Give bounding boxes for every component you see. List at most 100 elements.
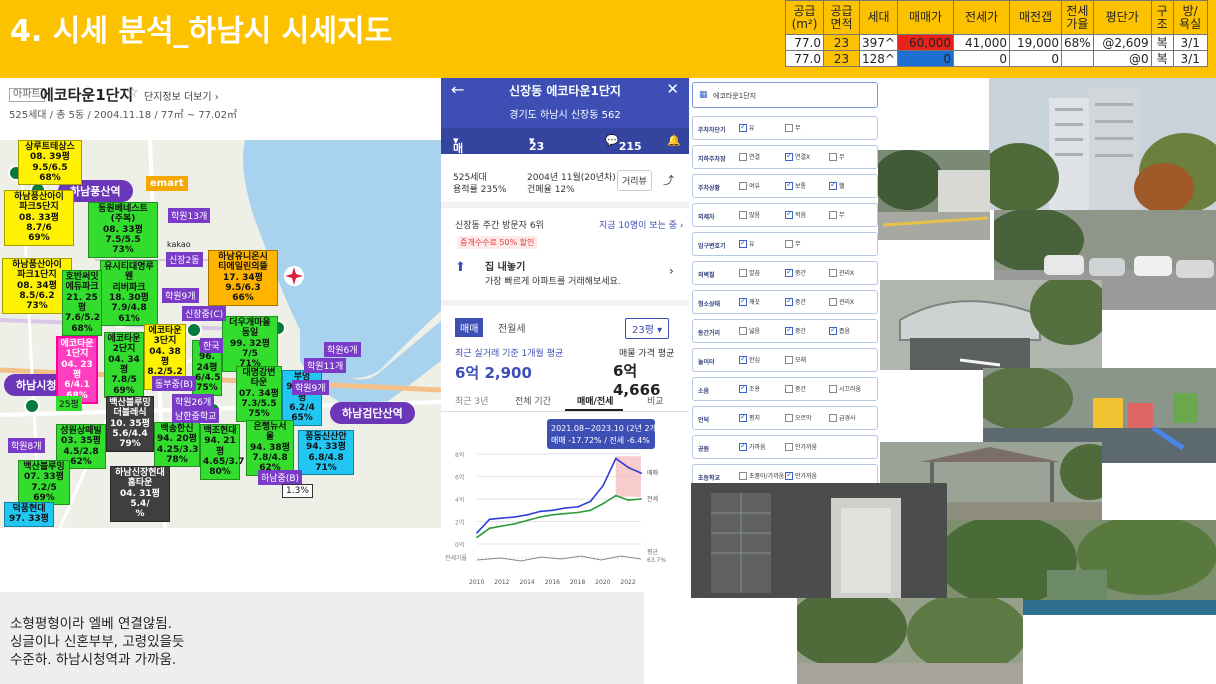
checkbox[interactable] xyxy=(739,152,747,161)
checkbox-checked[interactable] xyxy=(785,180,793,190)
checkbox[interactable] xyxy=(785,442,793,451)
checklist-option[interactable]: 무 xyxy=(785,239,801,248)
tab-rent[interactable]: 전월세 xyxy=(493,318,531,337)
checkbox-checked[interactable] xyxy=(739,383,747,393)
map-poi-tag[interactable]: 학원13개 xyxy=(168,208,211,223)
map-apartment-label[interactable]: 백산블루밍 더블레식 10. 35평 5.6/4.4 79% xyxy=(106,396,154,452)
map-apartment-label[interactable]: 유시티대명루웬 리버파크 18. 30평 7.9/4.8 61% xyxy=(100,260,158,327)
checklist-option[interactable]: 중간 xyxy=(785,296,806,306)
map-poi-tag[interactable]: 남한중학교 xyxy=(172,408,220,423)
checklist-option[interactable]: 연결 xyxy=(739,152,760,161)
checklist-option[interactable]: 한심 xyxy=(739,354,760,364)
checklist-option[interactable]: 중간 xyxy=(785,325,806,335)
street-view-button[interactable]: 거리뷰 xyxy=(617,170,652,191)
checklist-option[interactable]: 좁음 xyxy=(829,325,850,335)
map-poi-tag[interactable]: 학원11개 xyxy=(304,358,347,373)
map-poi-tag[interactable]: 학원9개 xyxy=(292,380,329,395)
share-icon[interactable]: ⤴ xyxy=(663,172,674,188)
map-poi-tag[interactable]: 하남중(B) xyxy=(258,470,303,485)
checklist-option[interactable]: 가까움 xyxy=(739,441,766,451)
checklist-option[interactable]: 무 xyxy=(829,210,845,219)
checklist-option[interactable]: 여유 xyxy=(739,181,760,190)
checklist-option[interactable]: 보통 xyxy=(785,180,806,190)
checkbox-checked[interactable] xyxy=(785,296,793,306)
checkbox[interactable] xyxy=(829,413,837,422)
checklist-option[interactable]: 무 xyxy=(829,152,845,161)
checkbox-checked[interactable] xyxy=(829,180,837,190)
map-poi-tag[interactable]: 학원8개 xyxy=(8,438,45,453)
checklist-option[interactable]: 유 xyxy=(739,238,755,248)
map-apartment-label[interactable]: 풍동신산안 94. 33평 6.8/4.8 71% xyxy=(298,430,354,476)
checkbox-checked[interactable] xyxy=(739,412,747,422)
price-trend-chart[interactable]: 8억 6억 4억 2억 0억 2010 2012 2014 2016 2018 2020 2022 매매… xyxy=(441,448,689,590)
checklist-option[interactable]: 조용 xyxy=(739,383,760,393)
checklist-option[interactable]: 중간 xyxy=(785,267,806,277)
checklist-option[interactable]: 넓음 xyxy=(739,326,760,335)
checkbox-checked[interactable] xyxy=(785,209,793,219)
checkbox[interactable] xyxy=(829,384,837,393)
checkbox[interactable] xyxy=(829,268,837,277)
checkbox[interactable] xyxy=(739,181,747,190)
checklist-option[interactable]: 많음 xyxy=(739,210,760,219)
map-apartment-label[interactable]: 백조현대 94. 21평 4.65/3.7 80% xyxy=(200,424,244,480)
map-apartment-label[interactable]: 백송한신 94. 20평 4.25/3.3 78% xyxy=(154,422,200,468)
map-poi-tag[interactable]: 한국 xyxy=(200,338,223,353)
map-apartment-label[interactable]: 백산블루밍 07. 33평 7.2/5 69% xyxy=(18,460,70,506)
checklist-option[interactable]: 관리X xyxy=(829,297,854,306)
map-apartment-label[interactable]: 하남유니온시 티에일린의뜰 17. 34평 9.5/6.3 66% xyxy=(208,250,278,306)
map-apartment-label[interactable]: 은행뉴서 울 94. 38평 7.8/4.8 62% xyxy=(246,420,294,476)
checklist-option[interactable]: 깔끔 xyxy=(739,268,760,277)
checkbox-checked[interactable] xyxy=(785,325,793,335)
favorite-star-icon[interactable]: ☆ xyxy=(126,85,139,101)
map-poi-tag[interactable]: 동부중(B) xyxy=(152,376,197,391)
checklist-option[interactable]: 모래 xyxy=(785,355,806,364)
checkbox-checked[interactable] xyxy=(785,267,793,277)
period-tab-compare[interactable]: 비교 xyxy=(647,394,664,407)
map-apartment-label[interactable]: 에코타운 1단지 04. 23평 6/4.1 68% xyxy=(56,336,98,405)
period-tab-sale-rent[interactable]: 매매/전세 xyxy=(577,394,613,407)
checkbox[interactable] xyxy=(785,123,793,132)
tab-sale[interactable]: 매매 xyxy=(455,318,484,337)
checklist-option[interactable]: 무 xyxy=(785,123,801,132)
checkbox[interactable] xyxy=(785,413,793,422)
more-info-link[interactable]: 단지정보 더보기 › xyxy=(144,88,219,103)
map-poi-tag[interactable]: 학원26개 xyxy=(172,394,215,409)
checklist-option[interactable]: 급경사 xyxy=(829,413,856,422)
map-school-tag[interactable]: 신장중(C) xyxy=(182,306,227,321)
checkbox-checked[interactable] xyxy=(785,151,793,161)
checklist-option[interactable]: 중간 xyxy=(785,384,806,393)
tab-size[interactable]: 23평 ▾ xyxy=(529,134,544,168)
map-poi-tag[interactable]: 1.3% xyxy=(282,484,313,498)
checkbox-checked[interactable] xyxy=(739,122,747,132)
checkbox-checked[interactable] xyxy=(785,470,793,480)
checklist-option[interactable]: 안가까움 xyxy=(785,470,817,480)
map-apartment-label[interactable]: 에코타운 2단지 04. 34평 7.8/5 69% xyxy=(104,332,144,399)
map-apartment-label[interactable]: 대명강변 타운 07. 34평 7.3/5.5 75% xyxy=(236,366,282,422)
checklist-option[interactable]: 평지 xyxy=(739,412,760,422)
map-apartment-label[interactable]: 더우개마을 동일 99. 32평 7/5 71% xyxy=(222,316,278,372)
sell-home-title[interactable]: 집 내놓기 xyxy=(485,258,525,273)
period-tab-all[interactable]: 전체 기간 xyxy=(515,394,551,407)
checkbox[interactable] xyxy=(739,210,747,219)
size-select[interactable]: 23평 ▾ xyxy=(625,318,670,339)
checkbox[interactable] xyxy=(739,326,747,335)
map-apartment-label[interactable]: 상루트테상스 08. 39평 9.5/6.5 68% xyxy=(18,140,82,186)
price-map[interactable]: emart kakao 하남풍산역 하남시청역 하남검단산역 상루트테상스 08… xyxy=(0,140,442,528)
map-poi-tag[interactable]: 학원9개 xyxy=(162,288,199,303)
close-icon[interactable]: ✕ xyxy=(666,80,679,98)
checkbox[interactable] xyxy=(829,152,837,161)
map-poi-tag[interactable]: 학원6개 xyxy=(324,342,361,357)
checklist-option[interactable]: 오르막 xyxy=(785,413,812,422)
checkbox[interactable] xyxy=(829,210,837,219)
checkbox[interactable] xyxy=(785,384,793,393)
checklist-option[interactable]: 관리X xyxy=(829,268,854,277)
checkbox[interactable] xyxy=(739,268,747,277)
tab-comments[interactable]: 💬 215 xyxy=(605,134,642,153)
checklist-option[interactable]: 연결X xyxy=(785,151,810,161)
checklist-option[interactable]: 헬 xyxy=(829,180,845,190)
checklist-option[interactable]: 초품아/가까움 xyxy=(739,471,784,480)
checklist-option[interactable]: 시끄러움 xyxy=(829,384,861,393)
checklist-option[interactable]: 안가까움 xyxy=(785,442,817,451)
checkbox-checked[interactable] xyxy=(739,354,747,364)
chevron-right-icon[interactable]: › xyxy=(669,264,674,278)
